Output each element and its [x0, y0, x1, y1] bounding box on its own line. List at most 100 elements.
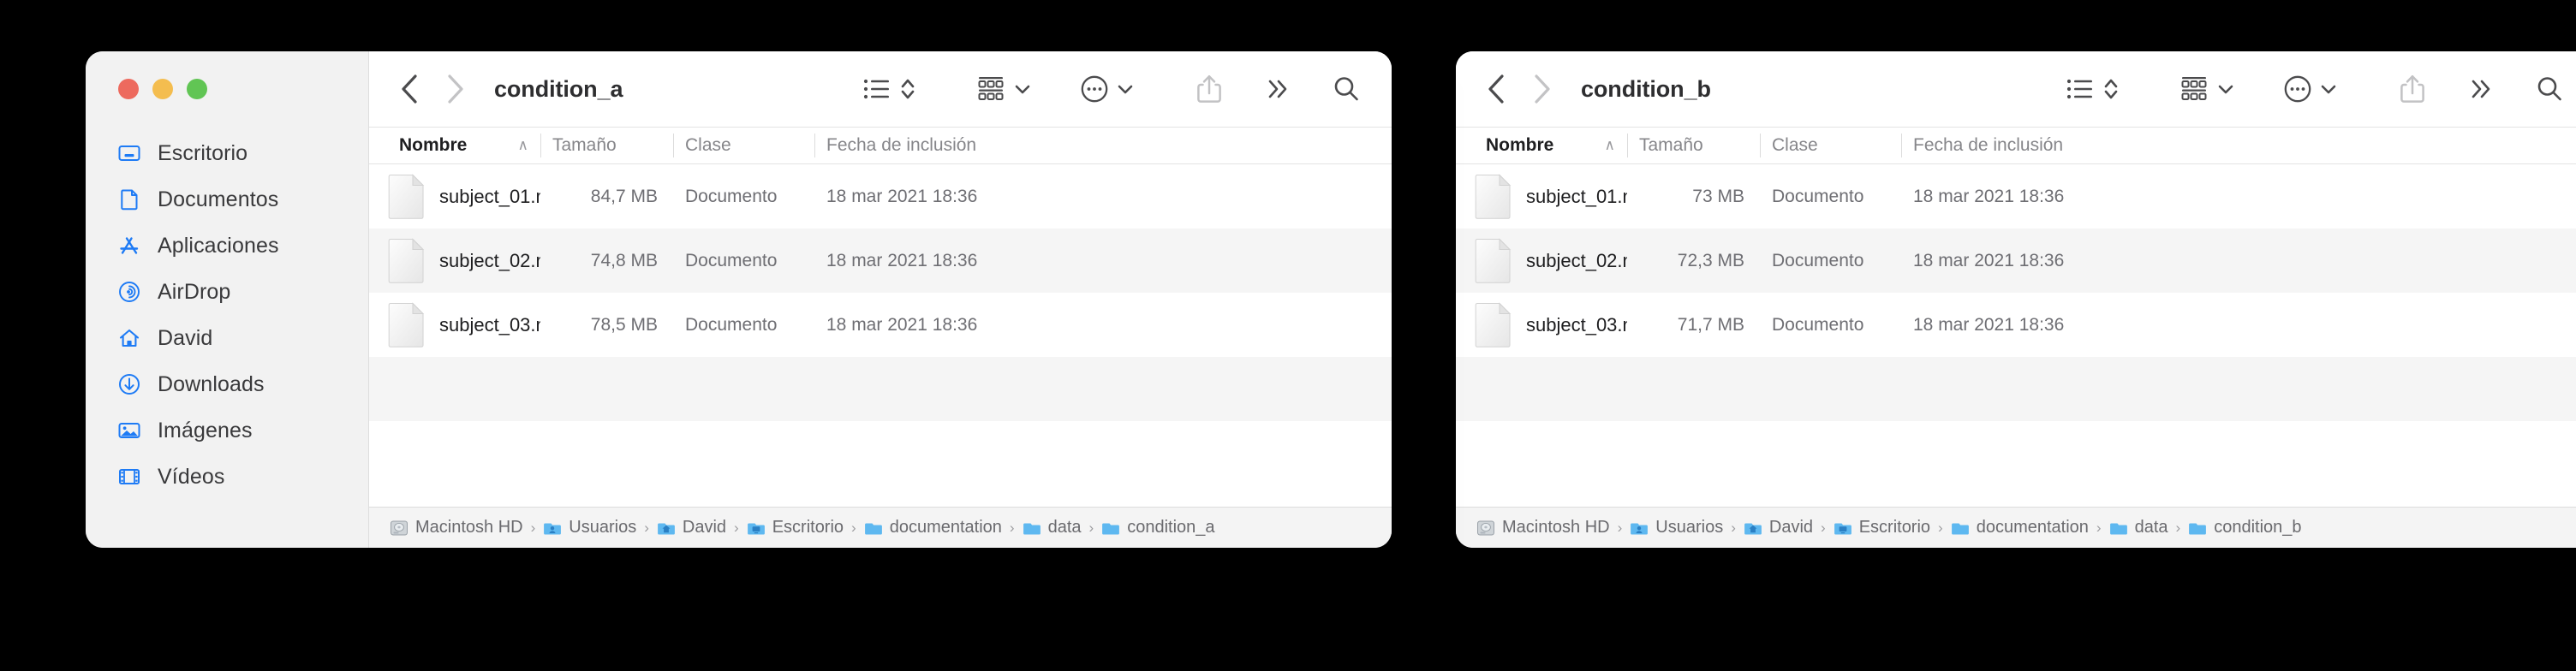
folder-icon — [1102, 523, 1120, 534]
breadcrumb-item-current-a[interactable]: condition_a — [1101, 518, 1215, 537]
breadcrumb-item-documentation-a[interactable]: documentation — [864, 518, 1002, 537]
sort-order-button-a[interactable] — [897, 69, 919, 109]
sidebar-item-downloads[interactable]: Downloads — [86, 361, 368, 407]
table-row[interactable]: subject_03.mat 78,5 MB Documento 18 mar … — [369, 293, 1392, 357]
path-bar-b[interactable]: Macintosh HD › Usuarios › David › Escrit… — [1456, 507, 2576, 548]
file-name-cell[interactable]: subject_01.mat — [369, 173, 540, 220]
list-view-button-a[interactable] — [857, 69, 897, 109]
file-name-cell[interactable]: subject_02.mat — [1456, 237, 1627, 284]
sidebar-item-david[interactable]: David — [86, 315, 368, 361]
minimize-button[interactable] — [152, 79, 173, 99]
search-button-a[interactable] — [1327, 69, 1366, 109]
breadcrumb-item-data-b[interactable]: data — [2109, 518, 2168, 537]
breadcrumb-label: Macintosh HD — [415, 518, 523, 537]
breadcrumb-item-data-a[interactable]: data — [1023, 518, 1082, 537]
share-button-b[interactable] — [2393, 69, 2432, 109]
table-row[interactable]: subject_03.mat 71,7 MB Documento 18 mar … — [1456, 293, 2576, 357]
file-kind-cell: Documento — [1772, 314, 1864, 335]
column-header-date-a[interactable]: Fecha de inclusión — [814, 128, 1392, 163]
folder-icon — [1951, 523, 1969, 534]
breadcrumb-item-current-b[interactable]: condition_b — [2188, 518, 2302, 537]
file-name-cell[interactable]: subject_02.mat — [369, 237, 540, 284]
column-header-date-b[interactable]: Fecha de inclusión — [1901, 128, 2576, 163]
breadcrumb-separator: › — [2175, 519, 2181, 536]
group-by-chevron-b[interactable] — [2215, 69, 2237, 109]
breadcrumb-item-macintosh-hd-b[interactable]: Macintosh HD — [1476, 518, 1610, 537]
breadcrumb-label: Macintosh HD — [1502, 518, 1610, 537]
table-row[interactable]: subject_01.mat 84,7 MB Documento 18 mar … — [369, 164, 1392, 229]
sidebar-list[interactable]: Escritorio Documentos Aplicaciones AirDr… — [86, 127, 368, 500]
table-row[interactable]: subject_02.mat 74,8 MB Documento 18 mar … — [369, 229, 1392, 293]
file-list-empty-area — [1456, 421, 2576, 507]
sidebar-item-airdrop[interactable]: AirDrop — [86, 269, 368, 315]
breadcrumb-item-escritorio-a[interactable]: Escritorio — [747, 518, 844, 537]
home-icon — [116, 325, 142, 351]
traffic-lights[interactable] — [86, 51, 368, 127]
file-name-cell[interactable]: subject_03.mat — [1456, 301, 1627, 348]
forward-button-b[interactable] — [1523, 69, 1562, 109]
breadcrumb-item-escritorio-b[interactable]: Escritorio — [1834, 518, 1930, 537]
breadcrumb-item-david-a[interactable]: David — [657, 518, 726, 537]
back-button-a[interactable] — [390, 69, 429, 109]
table-row[interactable]: subject_02.mat 72,3 MB Documento 18 mar … — [1456, 229, 2576, 293]
breadcrumb-item-macintosh-hd-a[interactable]: Macintosh HD — [390, 518, 523, 537]
back-button-b[interactable] — [1476, 69, 1516, 109]
chevron-right-icon — [1535, 74, 1550, 104]
action-menu-chevron-a[interactable] — [1114, 69, 1136, 109]
breadcrumb-item-usuarios-b[interactable]: Usuarios — [1630, 518, 1723, 537]
sidebar[interactable]: Escritorio Documentos Aplicaciones AirDr… — [86, 51, 369, 548]
toolbar-b[interactable]: condition_b — [1456, 51, 2576, 127]
column-header-kind-a[interactable]: Clase — [673, 128, 814, 163]
file-name-cell[interactable]: subject_03.mat — [369, 301, 540, 348]
maximize-button[interactable] — [187, 79, 207, 99]
file-list-a[interactable]: subject_01.mat 84,7 MB Documento 18 mar … — [369, 164, 1392, 507]
breadcrumb-item-david-b[interactable]: David — [1744, 518, 1813, 537]
desktop-folder-icon — [747, 523, 765, 534]
sidebar-item-imagenes[interactable]: Imágenes — [86, 407, 368, 454]
search-button-b[interactable] — [2530, 69, 2569, 109]
column-headers-b[interactable]: Nombre ∧ Tamaño Clase Fecha de inclusión — [1456, 127, 2576, 164]
sidebar-item-escritorio[interactable]: Escritorio — [86, 130, 368, 176]
sidebar-item-aplicaciones[interactable]: Aplicaciones — [86, 223, 368, 269]
sidebar-item-videos[interactable]: Vídeos — [86, 454, 368, 500]
column-header-kind-b[interactable]: Clase — [1760, 128, 1901, 163]
file-date-cell: 18 mar 2021 18:36 — [826, 250, 978, 270]
group-by-button-b[interactable] — [2175, 69, 2215, 109]
breadcrumb-item-usuarios-a[interactable]: Usuarios — [543, 518, 636, 537]
path-bar-a[interactable]: Macintosh HD › Usuarios › David › Escrit… — [369, 507, 1392, 548]
close-button[interactable] — [118, 79, 139, 99]
more-toolbar-button-a[interactable] — [1258, 69, 1297, 109]
group-by-chevron-a[interactable] — [1011, 69, 1034, 109]
column-headers-a[interactable]: Nombre ∧ Tamaño Clase Fecha de inclusión — [369, 127, 1392, 164]
column-header-size-a[interactable]: Tamaño — [540, 128, 673, 163]
sidebar-item-documentos[interactable]: Documentos — [86, 176, 368, 223]
file-kind-cell: Documento — [685, 314, 778, 335]
column-header-size-b[interactable]: Tamaño — [1627, 128, 1760, 163]
document-file-icon — [1475, 173, 1512, 220]
file-list-b[interactable]: subject_01.mat 73 MB Documento 18 mar 20… — [1456, 164, 2576, 507]
toolbar-a[interactable]: condition_a — [369, 51, 1392, 127]
breadcrumb-item-documentation-b[interactable]: documentation — [1951, 518, 2089, 537]
group-by-icon — [978, 77, 1004, 100]
breadcrumb-separator: › — [1088, 519, 1094, 536]
action-menu-button-b[interactable] — [2278, 69, 2317, 109]
file-name-cell[interactable]: subject_01.mat — [1456, 173, 1627, 220]
folder-icon — [2189, 523, 2207, 534]
more-toolbar-button-b[interactable] — [2461, 69, 2501, 109]
breadcrumb-separator: › — [644, 519, 649, 536]
forward-button-a[interactable] — [436, 69, 475, 109]
action-menu-chevron-b[interactable] — [2317, 69, 2340, 109]
file-list-empty-area — [369, 421, 1392, 507]
share-button-a[interactable] — [1190, 69, 1229, 109]
downloads-icon — [116, 371, 142, 397]
sort-order-button-b[interactable] — [2100, 69, 2122, 109]
list-view-button-b[interactable] — [2060, 69, 2100, 109]
sort-ascending-icon: ∧ — [1604, 137, 1615, 153]
column-header-name-b[interactable]: Nombre ∧ — [1456, 128, 1627, 163]
action-menu-button-a[interactable] — [1075, 69, 1114, 109]
finder-window-condition-b[interactable]: condition_b Nombre ∧ Tamaño Clase Fecha … — [1456, 51, 2576, 548]
column-header-name-a[interactable]: Nombre ∧ — [369, 128, 540, 163]
group-by-button-a[interactable] — [972, 69, 1011, 109]
table-row[interactable]: subject_01.mat 73 MB Documento 18 mar 20… — [1456, 164, 2576, 229]
finder-window-condition-a[interactable]: Escritorio Documentos Aplicaciones AirDr… — [86, 51, 1392, 548]
